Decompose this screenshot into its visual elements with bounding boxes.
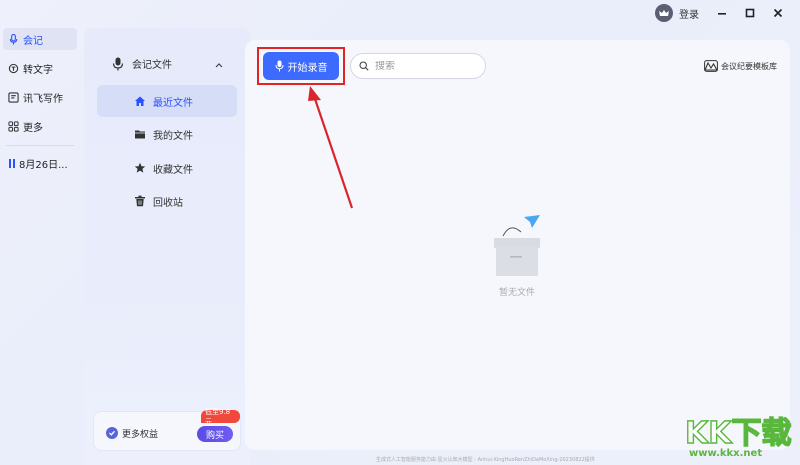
- microphone-icon: [9, 33, 18, 45]
- template-library-link[interactable]: 会议纪要模板库: [704, 60, 777, 72]
- rail-item-writing[interactable]: 讯飞写作: [3, 86, 78, 108]
- rail-item-label: 讯飞写作: [23, 93, 63, 105]
- folder-icon: [135, 130, 145, 139]
- file-panel-header[interactable]: 会记文件: [112, 56, 172, 71]
- minimize-icon[interactable]: [710, 0, 734, 26]
- title-bar: 登录: [0, 0, 800, 26]
- watermark-url: www.kkx.net: [689, 448, 763, 459]
- nav-rail: 会记 转文字 讯飞写作 更多 8月26日...: [0, 28, 80, 171]
- recording-icon: [9, 159, 15, 168]
- empty-state-text: 暂无文件: [499, 288, 536, 298]
- discount-badge: 低至9.8元: [201, 408, 240, 426]
- promo-card: 低至9.8元 更多权益 购买: [93, 408, 241, 451]
- folder-label: 回收站: [153, 197, 183, 209]
- grid-icon: [8, 120, 19, 132]
- folder-recent[interactable]: 最近文件: [97, 85, 237, 117]
- avatar-icon: [655, 4, 673, 22]
- file-panel: 会记文件 最近文件 我的文件 收藏文件 回收站 低至9.8元 更多权益 购买: [84, 28, 250, 465]
- recent-recording[interactable]: 8月26日...: [0, 156, 80, 171]
- rail-item-more[interactable]: 更多: [3, 115, 78, 137]
- buy-button[interactable]: 购买: [197, 426, 233, 442]
- rail-item-transcribe[interactable]: 转文字: [3, 57, 78, 79]
- rail-divider: [6, 145, 74, 146]
- login-label[interactable]: 登录: [679, 6, 699, 21]
- rail-item-huiji[interactable]: 会记: [3, 28, 77, 50]
- home-icon: [135, 96, 145, 106]
- rail-item-label: 会记: [23, 35, 43, 47]
- shield-check-icon: [106, 427, 118, 439]
- footer-disclaimer: 生成式人工智能服务能力由 星火认知大模型 - Anhui-XingHuoRenZ…: [376, 457, 595, 463]
- trash-icon: [135, 195, 145, 207]
- microphone-icon: [112, 57, 124, 70]
- search-box[interactable]: [350, 53, 486, 79]
- search-icon: [359, 61, 369, 71]
- chevron-up-icon[interactable]: [215, 62, 223, 68]
- template-icon: [704, 60, 718, 72]
- folder-label: 最近文件: [153, 97, 193, 109]
- recording-label: 8月26日...: [19, 160, 68, 171]
- watermark-logo: KK下载 www.kkx.net: [684, 408, 797, 463]
- microphone-icon: [275, 60, 283, 72]
- convert-icon: [8, 63, 19, 73]
- close-icon[interactable]: [766, 0, 790, 26]
- empty-box-icon: [494, 215, 540, 276]
- folder-label: 我的文件: [153, 130, 193, 142]
- start-recording-button[interactable]: 开始录音: [263, 52, 339, 80]
- promo-text: 更多权益: [122, 430, 159, 440]
- search-input[interactable]: [375, 60, 475, 72]
- folder-trash[interactable]: 回收站: [97, 185, 237, 217]
- file-panel-title: 会记文件: [132, 60, 172, 71]
- start-recording-label: 开始录音: [287, 62, 328, 74]
- star-icon: [134, 162, 146, 173]
- folder-mine[interactable]: 我的文件: [97, 118, 237, 150]
- folder-favorites[interactable]: 收藏文件: [97, 152, 237, 184]
- folder-label: 收藏文件: [153, 164, 193, 176]
- write-icon: [8, 91, 19, 103]
- rail-item-label: 更多: [23, 122, 43, 134]
- login-area[interactable]: 登录: [655, 4, 699, 22]
- annotation-arrow: [308, 86, 354, 209]
- watermark-title: KK下载: [684, 415, 792, 451]
- template-library-label: 会议纪要模板库: [721, 61, 777, 71]
- rail-item-label: 转文字: [23, 64, 53, 76]
- maximize-icon[interactable]: [738, 0, 762, 26]
